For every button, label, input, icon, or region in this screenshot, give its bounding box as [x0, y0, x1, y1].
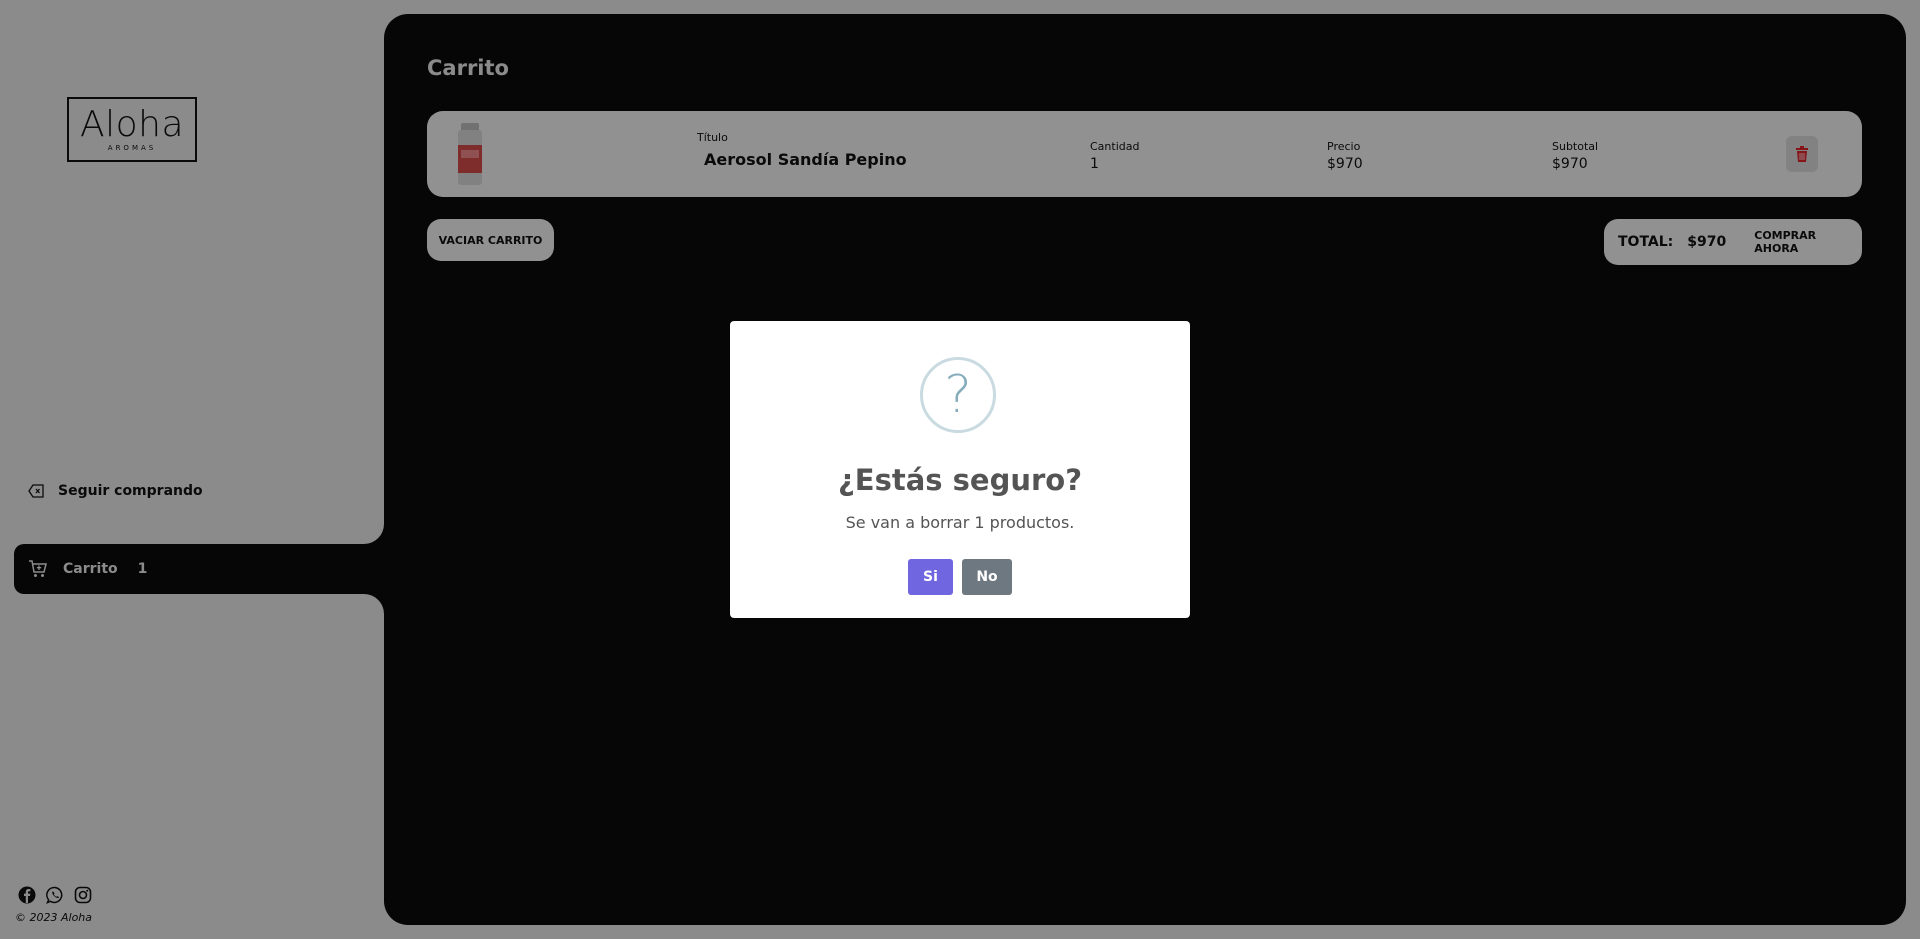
- confirm-button[interactable]: Si: [908, 559, 953, 595]
- dialog-message: Se van a borrar 1 productos.: [845, 513, 1075, 532]
- cancel-button[interactable]: No: [962, 559, 1012, 595]
- confirm-dialog: ? ¿Estás seguro? Se van a borrar 1 produ…: [730, 321, 1190, 618]
- dialog-title: ¿Estás seguro?: [837, 463, 1083, 497]
- dialog-actions: Si No: [730, 559, 1190, 595]
- question-icon: ?: [920, 357, 996, 433]
